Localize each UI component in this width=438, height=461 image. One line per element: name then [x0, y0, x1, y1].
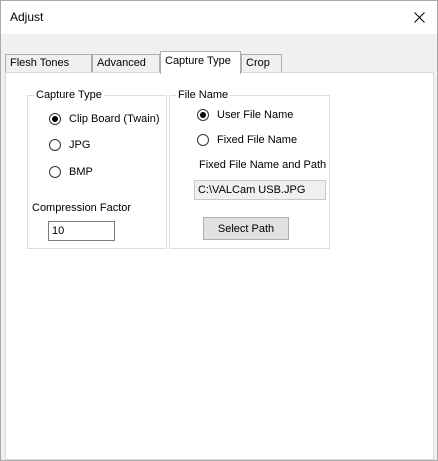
capture-type-legend: Capture Type — [36, 89, 102, 101]
bmp-radio[interactable]: BMP — [49, 166, 93, 178]
radio-label: BMP — [69, 166, 93, 178]
radio-indicator — [49, 139, 61, 151]
radio-label: JPG — [69, 139, 91, 151]
tab-crop[interactable]: Crop — [241, 54, 282, 73]
radio-indicator — [49, 166, 61, 178]
window-title: Adjust — [10, 10, 44, 24]
radio-label: Clip Board (Twain) — [69, 113, 160, 125]
user-file-name-radio[interactable]: User File Name — [197, 109, 293, 121]
adjust-dialog: Adjust Flesh Tones Advanced Capture Type… — [0, 0, 438, 461]
jpg-radio[interactable]: JPG — [49, 139, 90, 151]
clip-board-radio[interactable]: Clip Board (Twain) — [49, 113, 159, 125]
capture-type-panel: Capture Type Clip Board (Twain) JPG BMP … — [5, 72, 434, 460]
compression-factor-input[interactable] — [48, 221, 115, 241]
title-bar: Adjust — [1, 1, 437, 34]
fixed-file-name-radio[interactable]: Fixed File Name — [197, 134, 297, 146]
radio-indicator — [197, 109, 209, 121]
fixed-path-field[interactable] — [194, 180, 326, 200]
tab-advanced[interactable]: Advanced — [92, 54, 160, 73]
close-icon — [413, 12, 425, 23]
radio-label: User File Name — [217, 109, 294, 121]
select-path-button[interactable]: Select Path — [203, 217, 289, 240]
file-name-legend: File Name — [178, 89, 229, 101]
close-button[interactable] — [401, 1, 437, 34]
radio-indicator — [197, 134, 209, 146]
radio-label: Fixed File Name — [217, 134, 298, 146]
tab-capture-type[interactable]: Capture Type — [160, 51, 241, 74]
radio-indicator — [49, 113, 61, 125]
fixed-path-label: Fixed File Name and Path — [199, 159, 327, 171]
compression-factor-label: Compression Factor — [32, 202, 132, 214]
tab-flesh-tones[interactable]: Flesh Tones — [5, 54, 92, 73]
